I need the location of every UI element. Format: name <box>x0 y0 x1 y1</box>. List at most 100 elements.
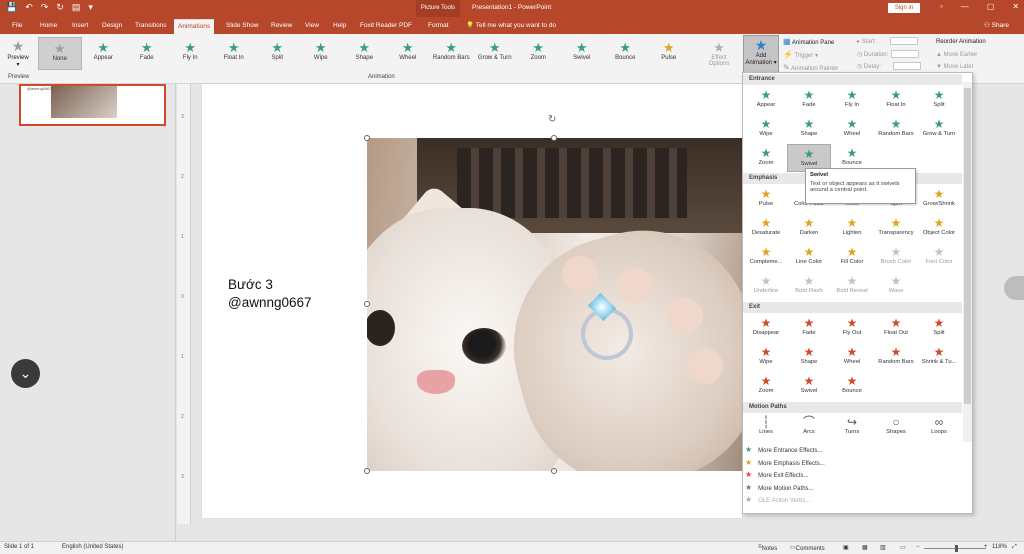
more-effects-link-3[interactable]: ★ More Motion Paths... <box>745 483 814 492</box>
more-effects-link-2[interactable]: ★ More Exit Effects... <box>745 470 808 479</box>
emphasis-underline[interactable]: ★ Underline <box>744 272 788 300</box>
slide-thumbnail-1[interactable]: @awnng0667 <box>19 84 166 126</box>
tab-help[interactable]: Help <box>329 19 350 34</box>
tab-slide-show[interactable]: Slide Show <box>222 19 263 34</box>
duration-input[interactable] <box>891 49 920 58</box>
resize-handle[interactable] <box>364 468 370 474</box>
emphasis-brush-color[interactable]: ★ Brush Color <box>874 243 918 271</box>
fit-to-window-icon[interactable]: ⤢ <box>1012 544 1017 551</box>
entrance-zoom[interactable]: ★ Zoom <box>744 144 788 172</box>
emphasis-compleme-[interactable]: ★ Compleme... <box>744 243 788 271</box>
motion-arcs[interactable]: ⌒ Arcs <box>787 413 831 441</box>
emphasis-pulse[interactable]: ★ Pulse <box>744 185 788 213</box>
exit-shrink-tu-[interactable]: ★ Shrink & Tu... <box>917 343 961 371</box>
maximize-icon[interactable]: ▢ <box>987 2 995 11</box>
effect-options-button[interactable]: ★ Effect Options <box>702 37 736 67</box>
exit-zoom[interactable]: ★ Zoom <box>744 372 788 400</box>
rotate-handle-icon[interactable]: ↻ <box>548 114 556 125</box>
entrance-split[interactable]: ★ Split <box>917 86 961 114</box>
preview-button[interactable]: ★ Preview ▾ <box>4 38 32 68</box>
animation-pane-button[interactable]: ▦ Animation Pane <box>783 36 838 49</box>
zoom-level[interactable]: 118% <box>992 544 1007 550</box>
slideshow-view-icon[interactable]: ▭ <box>900 544 906 551</box>
zoom-out-icon[interactable]: − <box>916 544 920 550</box>
animation-split[interactable]: ★ Split <box>256 37 300 70</box>
tab-view[interactable]: View <box>301 19 323 34</box>
exit-shape[interactable]: ★ Shape <box>787 343 831 371</box>
entrance-appear[interactable]: ★ Appear <box>744 86 788 114</box>
ribbon-display-icon[interactable]: ▫ <box>940 2 943 11</box>
dropdown-scrollbar[interactable] <box>963 82 972 442</box>
sign-in-button[interactable]: Sign in <box>888 3 920 13</box>
emphasis-grow-shrink[interactable]: ★ Grow/Shrink <box>917 185 961 213</box>
tell-me-search[interactable]: 💡 Tell me what you want to do <box>466 21 556 29</box>
notes-button[interactable]: ≡ Notes <box>758 544 777 552</box>
animation-wheel[interactable]: ★ Wheel <box>386 37 430 70</box>
entrance-grow-turn[interactable]: ★ Grow & Turn <box>917 115 961 143</box>
more-effects-link-0[interactable]: ★ More Entrance Effects... <box>745 445 822 454</box>
entrance-shape[interactable]: ★ Shape <box>787 115 831 143</box>
normal-view-icon[interactable]: ▣ <box>843 544 849 551</box>
exit-float-out[interactable]: ★ Float Out <box>874 314 918 342</box>
entrance-wheel[interactable]: ★ Wheel <box>830 115 874 143</box>
resize-handle[interactable] <box>364 301 370 307</box>
resize-handle[interactable] <box>551 135 557 141</box>
preview-dropdown-icon[interactable]: ▾ <box>4 61 32 68</box>
tab-transitions[interactable]: Transitions <box>131 19 171 34</box>
tab-insert[interactable]: Insert <box>68 19 92 34</box>
delay-input[interactable] <box>892 62 921 71</box>
more-effects-link-1[interactable]: ★ More Emphasis Effects... <box>745 458 825 467</box>
emphasis-fill-color[interactable]: ★ Fill Color <box>830 243 874 271</box>
trigger-button[interactable]: ⚡ Trigger ▾ <box>783 49 838 62</box>
animation-swivel[interactable]: ★ Swivel <box>560 37 604 70</box>
animation-float-in[interactable]: ★ Float In <box>212 37 256 70</box>
exit-swivel[interactable]: ★ Swivel <box>787 372 831 400</box>
animation-random-bars[interactable]: ★ Random Bars <box>430 37 474 70</box>
resize-handle[interactable] <box>551 468 557 474</box>
entrance-float-in[interactable]: ★ Float In <box>874 86 918 114</box>
animation-pulse[interactable]: ★ Pulse <box>647 37 691 70</box>
tab-design[interactable]: Design <box>98 19 126 34</box>
language-status[interactable]: English (United States) <box>62 544 123 550</box>
present-icon[interactable]: ▤ <box>72 2 81 13</box>
save-icon[interactable]: 💾 <box>6 2 17 13</box>
animation-grow-turn[interactable]: ★ Grow & Turn <box>473 37 517 70</box>
duration-field[interactable]: ◷ Duration: <box>857 49 921 62</box>
entrance-fly-in[interactable]: ★ Fly In <box>830 86 874 114</box>
comments-button[interactable]: ▭ Comments <box>790 544 825 552</box>
scroll-down-button[interactable]: ⌄ <box>11 359 40 388</box>
emphasis-bold-reveal[interactable]: ★ Bold Reveal <box>830 272 874 300</box>
animation-wipe[interactable]: ★ Wipe <box>299 37 343 70</box>
emphasis-transparency[interactable]: ★ Transparency <box>874 214 918 242</box>
motion-turns[interactable]: ↪ Turns <box>830 413 874 441</box>
share-button[interactable]: ⚇ Share <box>984 21 1009 29</box>
animation-appear[interactable]: ★ Appear <box>82 37 126 70</box>
customize-qat-icon[interactable]: ▾ <box>88 2 93 13</box>
animation-none[interactable]: ★ None <box>38 37 82 70</box>
slide-text-box[interactable]: Bước 3 @awnng0667 <box>228 276 312 312</box>
exit-wheel[interactable]: ★ Wheel <box>830 343 874 371</box>
repeat-icon[interactable]: ↻ <box>56 2 64 13</box>
tab-foxit-reader-pdf[interactable]: Foxit Reader PDF <box>356 19 416 34</box>
exit-split[interactable]: ★ Split <box>917 314 961 342</box>
emphasis-object-color[interactable]: ★ Object Color <box>917 214 961 242</box>
entrance-wipe[interactable]: ★ Wipe <box>744 115 788 143</box>
scrollbar-thumb[interactable] <box>964 88 971 404</box>
exit-fly-out[interactable]: ★ Fly Out <box>830 314 874 342</box>
entrance-fade[interactable]: ★ Fade <box>787 86 831 114</box>
emphasis-bold-flash[interactable]: ★ Bold Flash <box>787 272 831 300</box>
exit-bounce[interactable]: ★ Bounce <box>830 372 874 400</box>
emphasis-darken[interactable]: ★ Darken <box>787 214 831 242</box>
emphasis-wave[interactable]: ★ Wave <box>874 272 918 300</box>
tab-home[interactable]: Home <box>36 19 61 34</box>
start-select[interactable] <box>890 37 919 46</box>
animation-shape[interactable]: ★ Shape <box>343 37 387 70</box>
exit-fade[interactable]: ★ Fade <box>787 314 831 342</box>
animation-fade[interactable]: ★ Fade <box>125 37 169 70</box>
tab-format[interactable]: Format <box>424 19 453 34</box>
right-nav-button[interactable] <box>1004 276 1024 300</box>
cat-picture[interactable] <box>367 138 743 471</box>
resize-handle[interactable] <box>364 135 370 141</box>
motion-lines[interactable]: ┆ Lines <box>744 413 788 441</box>
exit-disappear[interactable]: ★ Disappear <box>744 314 788 342</box>
